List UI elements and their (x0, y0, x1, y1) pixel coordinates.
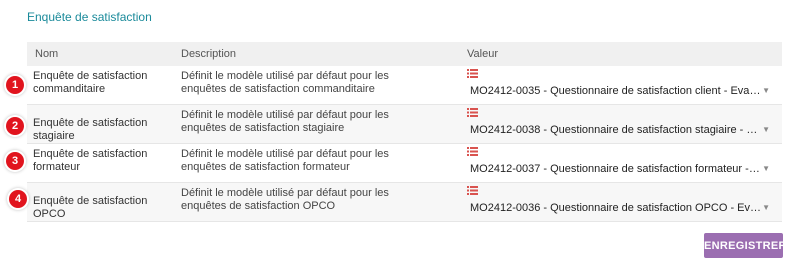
row-name: Enquête de satisfaction stagiaire (33, 117, 148, 142)
caret-down-icon[interactable]: ▼ (762, 162, 770, 176)
row-name: Enquête de satisfaction commanditaire (33, 70, 148, 95)
select-value: MO2412-0035 - Questionnaire de satisfact… (470, 85, 762, 97)
select-value: MO2412-0036 - Questionnaire de satisfact… (470, 202, 762, 214)
row-name: Enquête de satisfaction OPCO (33, 195, 148, 220)
section-title: Enquête de satisfaction (27, 10, 152, 24)
select-value: MO2412-0038 - Questionnaire de satisfact… (470, 124, 762, 136)
row-description: Définit le modèle utilisé par défaut pou… (181, 148, 389, 173)
settings-table: Nom Description Valeur Enquête de satisf… (27, 42, 782, 222)
value-select[interactable]: MO2412-0035 - Questionnaire de satisfact… (470, 84, 772, 98)
annotation-badge: 1 (6, 76, 24, 94)
value-select[interactable]: MO2412-0038 - Questionnaire de satisfact… (470, 123, 772, 137)
row-description: Définit le modèle utilisé par défaut pou… (181, 187, 389, 212)
row-description: Définit le modèle utilisé par défaut pou… (181, 70, 389, 95)
list-icon[interactable] (467, 186, 478, 195)
annotation-badge: 4 (9, 190, 27, 208)
list-icon[interactable] (467, 108, 478, 117)
row-description: Définit le modèle utilisé par défaut pou… (181, 109, 389, 134)
header-description: Description (181, 48, 237, 60)
annotation-badge: 2 (6, 117, 24, 135)
header-name: Nom (35, 48, 59, 60)
table-row: Enquête de satisfaction OPCO Définit le … (27, 183, 782, 222)
caret-down-icon[interactable]: ▼ (762, 201, 770, 215)
list-icon[interactable] (467, 69, 478, 78)
save-button[interactable]: ENREGISTRER (704, 233, 786, 258)
table-row: Enquête de satisfaction formateur Défini… (27, 144, 782, 183)
table-header: Nom Description Valeur (27, 42, 782, 66)
header-value: Valeur (467, 48, 498, 60)
row-name: Enquête de satisfaction formateur (33, 148, 148, 173)
table-row: Enquête de satisfaction commanditaire Dé… (27, 66, 782, 105)
value-select[interactable]: MO2412-0036 - Questionnaire de satisfact… (470, 201, 772, 215)
caret-down-icon[interactable]: ▼ (762, 84, 770, 98)
select-value: MO2412-0037 - Questionnaire de satisfact… (470, 163, 762, 175)
annotation-badge: 3 (6, 152, 24, 170)
list-icon[interactable] (467, 147, 478, 156)
caret-down-icon[interactable]: ▼ (762, 123, 770, 137)
table-row: Enquête de satisfaction stagiaire Défini… (27, 105, 782, 144)
value-select[interactable]: MO2412-0037 - Questionnaire de satisfact… (470, 162, 772, 176)
